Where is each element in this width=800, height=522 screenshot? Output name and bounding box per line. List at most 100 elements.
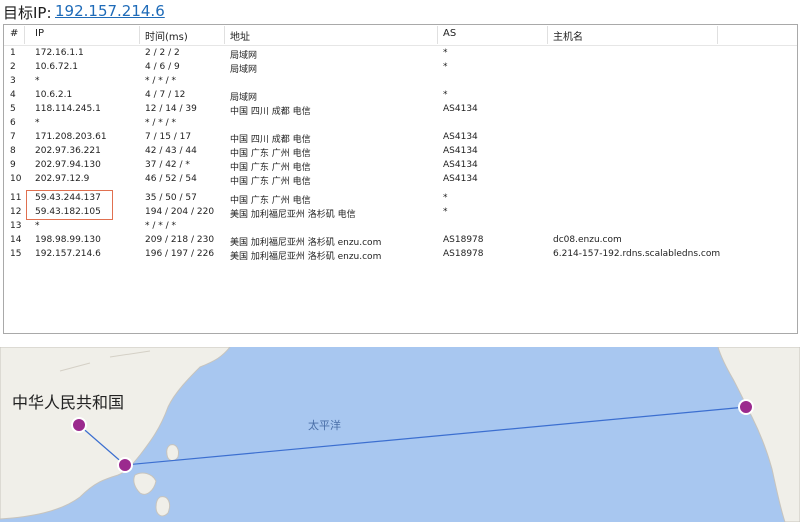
cell-ip: 202.97.36.221 xyxy=(35,146,101,156)
ocean-label: 太平洋 xyxy=(308,419,341,432)
col-divider[interactable] xyxy=(437,26,438,44)
table-row[interactable]: 2 10.6.72.1 4 / 6 / 9 局域网 * xyxy=(4,61,797,75)
cell-as: * xyxy=(443,193,448,203)
cell-num: 7 xyxy=(10,132,16,142)
col-as[interactable]: AS xyxy=(443,28,456,39)
table-row[interactable]: 1 172.16.1.1 2 / 2 / 2 局域网 * xyxy=(4,47,797,61)
cell-num: 4 xyxy=(10,90,16,100)
cell-ip: 172.16.1.1 xyxy=(35,48,84,58)
traceroute-table: # IP 时间(ms) 地址 AS 主机名 1 172.16.1.1 2 / 2… xyxy=(3,24,798,334)
cell-num: 14 xyxy=(10,235,22,245)
cell-time: * / * / * xyxy=(145,76,177,86)
cell-as: * xyxy=(443,48,448,58)
col-divider[interactable] xyxy=(24,26,25,44)
cell-as: AS4134 xyxy=(443,104,478,114)
col-time[interactable]: 时间(ms) xyxy=(145,28,188,43)
cell-time: 4 / 7 / 12 xyxy=(145,90,186,100)
cell-time: 7 / 15 / 17 xyxy=(145,132,192,142)
table-row[interactable]: 13 * * / * / * xyxy=(4,220,797,234)
cell-num: 13 xyxy=(10,221,22,231)
cell-num: 3 xyxy=(10,76,16,86)
cell-address: 中国 四川 成都 电信 xyxy=(230,107,311,117)
cell-num: 10 xyxy=(10,174,22,184)
col-num[interactable]: # xyxy=(10,28,18,39)
table-row[interactable]: 14 198.98.99.130 209 / 218 / 230 美国 加利福尼… xyxy=(4,234,797,248)
table-row[interactable]: 5 118.114.245.1 12 / 14 / 39 中国 四川 成都 电信… xyxy=(4,103,797,117)
table-row[interactable]: 10 202.97.12.9 46 / 52 / 54 中国 广东 广州 电信 … xyxy=(4,173,797,187)
target-ip-link[interactable]: 192.157.214.6 xyxy=(55,2,165,20)
route-map[interactable]: 中华人民共和国 太平洋 xyxy=(0,347,800,522)
col-divider[interactable] xyxy=(139,26,140,44)
target-label: 目标IP: xyxy=(3,4,52,22)
cell-ip: 59.43.182.105 xyxy=(35,207,101,217)
cell-as: * xyxy=(443,207,448,217)
map-canvas xyxy=(0,347,800,522)
hop-marker-guangzhou[interactable] xyxy=(117,457,133,473)
table-row[interactable]: 9 202.97.94.130 37 / 42 / * 中国 广东 广州 电信 … xyxy=(4,159,797,173)
cell-as: AS4134 xyxy=(443,174,478,184)
col-ip[interactable]: IP xyxy=(35,28,44,39)
col-hostname[interactable]: 主机名 xyxy=(553,28,583,43)
col-address[interactable]: 地址 xyxy=(230,28,250,43)
cell-as: AS18978 xyxy=(443,235,484,245)
cell-address: 局域网 xyxy=(230,93,258,103)
cell-address: 中国 四川 成都 电信 xyxy=(230,135,311,145)
hop-marker-chengdu[interactable] xyxy=(71,417,87,433)
cell-ip: 192.157.214.6 xyxy=(35,249,101,259)
target-bar: 目标IP: 192.157.214.6 xyxy=(0,0,800,22)
cell-num: 5 xyxy=(10,104,16,114)
table-row[interactable]: 6 * * / * / * xyxy=(4,117,797,131)
cell-num: 12 xyxy=(10,207,22,217)
cell-ip: 202.97.12.9 xyxy=(35,174,90,184)
cell-as: AS4134 xyxy=(443,132,478,142)
cell-time: 2 / 2 / 2 xyxy=(145,48,180,58)
table-row[interactable]: 3 * * / * / * xyxy=(4,75,797,89)
cell-address: 局域网 xyxy=(230,65,258,75)
cell-address: 中国 广东 广州 电信 xyxy=(230,177,311,187)
table-row[interactable]: 11 59.43.244.137 35 / 50 / 57 中国 广东 广州 电… xyxy=(4,192,797,206)
table-row[interactable]: 8 202.97.36.221 42 / 43 / 44 中国 广东 广州 电信… xyxy=(4,145,797,159)
cell-hostname: 6.214-157-192.rdns.scalabledns.com xyxy=(553,249,721,259)
cell-ip: 171.208.203.61 xyxy=(35,132,107,142)
col-divider[interactable] xyxy=(547,26,548,44)
table-row[interactable]: 15 192.157.214.6 196 / 197 / 226 美国 加利福尼… xyxy=(4,248,797,262)
table-row[interactable]: 12 59.43.182.105 194 / 204 / 220 美国 加利福尼… xyxy=(4,206,797,220)
island xyxy=(166,444,179,462)
cell-num: 1 xyxy=(10,48,16,58)
cell-time: 194 / 204 / 220 xyxy=(145,207,215,217)
cell-address: 美国 加利福尼亚州 洛杉矶 enzu.com xyxy=(230,238,382,248)
cell-as: AS4134 xyxy=(443,160,478,170)
cell-address: 局域网 xyxy=(230,51,258,61)
cell-address: 美国 加利福尼亚州 洛杉矶 enzu.com xyxy=(230,252,382,262)
cell-time: 35 / 50 / 57 xyxy=(145,193,197,203)
cell-hostname: dc08.enzu.com xyxy=(553,235,622,245)
cell-as: * xyxy=(443,90,448,100)
cell-address: 中国 广东 广州 电信 xyxy=(230,163,311,173)
table-row[interactable]: 4 10.6.2.1 4 / 7 / 12 局域网 * xyxy=(4,89,797,103)
cell-as: AS18978 xyxy=(443,249,484,259)
cell-num: 15 xyxy=(10,249,22,259)
cell-ip: 10.6.72.1 xyxy=(35,62,78,72)
cell-num: 8 xyxy=(10,146,16,156)
cell-ip: * xyxy=(35,118,40,128)
hop-marker-los-angeles[interactable] xyxy=(738,399,754,415)
table-header: # IP 时间(ms) 地址 AS 主机名 xyxy=(4,25,797,46)
cell-address: 中国 广东 广州 电信 xyxy=(230,196,311,206)
cell-ip: 118.114.245.1 xyxy=(35,104,101,114)
cell-time: * / * / * xyxy=(145,118,177,128)
col-divider[interactable] xyxy=(717,26,718,44)
table-row[interactable]: 7 171.208.203.61 7 / 15 / 17 中国 四川 成都 电信… xyxy=(4,131,797,145)
cell-time: 46 / 52 / 54 xyxy=(145,174,197,184)
col-divider[interactable] xyxy=(224,26,225,44)
cell-time: 12 / 14 / 39 xyxy=(145,104,197,114)
cell-time: 196 / 197 / 226 xyxy=(145,249,215,259)
cell-time: 209 / 218 / 230 xyxy=(145,235,215,245)
cell-as: AS4134 xyxy=(443,146,478,156)
country-label: 中华人民共和国 xyxy=(12,393,125,412)
cell-ip: 202.97.94.130 xyxy=(35,160,101,170)
cell-ip: * xyxy=(35,221,40,231)
cell-ip: * xyxy=(35,76,40,86)
cell-time: 37 / 42 / * xyxy=(145,160,190,170)
cell-num: 6 xyxy=(10,118,16,128)
cell-num: 9 xyxy=(10,160,16,170)
